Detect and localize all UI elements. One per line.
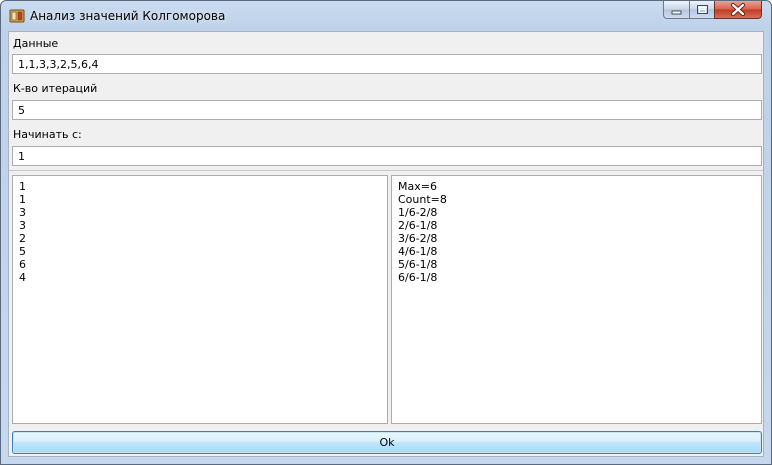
list-item: 3: [19, 219, 26, 232]
results-list[interactable]: Max=6 Count=8 1/6-2/8 2/6-1/8 3/6-2/8 4/…: [391, 175, 762, 424]
start-input[interactable]: 1: [12, 146, 762, 166]
start-label: Начинать с:: [13, 128, 82, 141]
input-values-list[interactable]: 1 1 3 3 2 5 6 4: [12, 175, 388, 424]
list-item: 6: [19, 258, 26, 271]
title-bar[interactable]: Анализ значений Колгоморова: [1, 1, 771, 31]
list-item: 6/6-1/8: [398, 271, 438, 284]
app-icon[interactable]: [9, 8, 25, 24]
list-item: 2/6-1/8: [398, 219, 438, 232]
client-area: Данные 1,1,3,3,2,5,6,4 К-во итераций 5 Н…: [8, 31, 764, 457]
minimize-button[interactable]: [663, 1, 690, 19]
maximize-icon: [697, 5, 708, 14]
maximize-button[interactable]: [689, 1, 715, 19]
list-item: 1: [19, 193, 26, 206]
window-title: Анализ значений Колгоморова: [30, 9, 226, 23]
list-item: 5/6-1/8: [398, 258, 438, 271]
minimize-icon: [671, 10, 682, 15]
close-icon: [731, 3, 745, 16]
list-item: Max=6: [398, 180, 437, 193]
iterations-input[interactable]: 5: [12, 100, 762, 120]
list-item: 5: [19, 245, 26, 258]
list-item: Count=8: [398, 193, 447, 206]
list-item: 2: [19, 232, 26, 245]
list-item: 1: [19, 180, 26, 193]
data-label: Данные: [13, 37, 59, 50]
list-item: 4: [19, 271, 26, 284]
app-window: Анализ значений Колгоморова Данные 1,1,3…: [0, 0, 772, 465]
list-item: 3: [19, 206, 26, 219]
divider: [9, 170, 763, 171]
list-item: 1/6-2/8: [398, 206, 438, 219]
close-button[interactable]: [714, 1, 762, 19]
list-item: 4/6-1/8: [398, 245, 438, 258]
ok-button[interactable]: Ok: [12, 431, 762, 454]
data-input[interactable]: 1,1,3,3,2,5,6,4: [12, 54, 762, 74]
list-item: 3/6-2/8: [398, 232, 438, 245]
iterations-label: К-во итераций: [13, 82, 98, 95]
